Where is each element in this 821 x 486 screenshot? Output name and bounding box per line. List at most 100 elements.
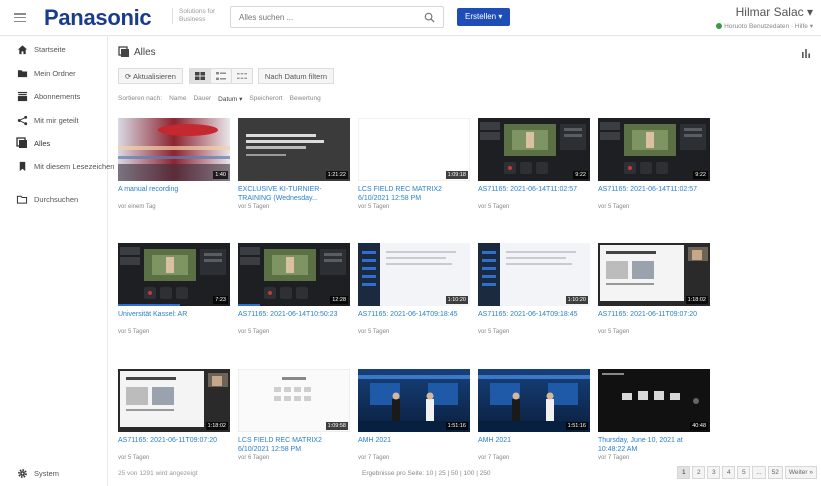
session-thumbnail[interactable]: 1:40 [118, 118, 230, 181]
sidebar: Startseite Mein Ordner Abonnements Mit m… [0, 36, 114, 486]
list-view-button[interactable] [209, 68, 232, 84]
session-title-link[interactable]: Universität Kassel: AR [118, 310, 230, 319]
sort-option-location[interactable]: Speicherort [249, 95, 282, 103]
brand-logo[interactable]: Panasonic [44, 5, 152, 31]
sidebar-item-my-folder[interactable]: Mein Ordner [16, 66, 76, 80]
session-thumbnail[interactable]: 12:28 [238, 243, 350, 306]
session-card[interactable]: 1:21:22 EXCLUSIVE KI-TURNIER-TRAINING (We… [238, 118, 350, 228]
grid-view-button[interactable] [188, 68, 211, 84]
duration-badge: 1:10:20 [565, 296, 588, 304]
user-sub-menu[interactable]: Horuoto Benutzedaten · Hilfe ▾ [716, 22, 813, 30]
session-thumbnail[interactable]: 1:18:02 [598, 243, 710, 306]
search-input[interactable] [239, 11, 409, 24]
next-page-button[interactable]: Weiter » [784, 466, 817, 479]
session-title-link[interactable]: EXCLUSIVE KI-TURNIER-TRAINING (Wednesday… [238, 185, 350, 203]
session-thumbnail[interactable]: 1:18:02 [118, 369, 230, 432]
session-title-link[interactable]: AMH 2021 [358, 436, 470, 445]
session-card[interactable]: 1:10:20 AS71165: 2021-06-14T09:18:45 vor 5… [358, 243, 470, 353]
user-menu[interactable]: Hilmar Salac ▾ [736, 5, 813, 19]
session-card[interactable]: 1:40 A manual recording vor einem Tag [118, 118, 230, 228]
session-thumbnail[interactable]: 1:10:20 [358, 243, 470, 306]
session-thumbnail[interactable]: 9:22 [598, 118, 710, 181]
page-button[interactable]: 4 [722, 466, 736, 479]
session-title-link[interactable]: AMH 2021 [478, 436, 590, 445]
refresh-button[interactable]: ⟳ Aktualisieren [118, 68, 183, 84]
session-card[interactable]: 9:22 AS71165: 2021-06-14T11:02:57 vor 5 Ta… [478, 118, 590, 228]
sidebar-item-system[interactable]: System [16, 466, 59, 480]
page-size-selector[interactable]: Ergebnisse pro Seite: 10 | 25 | 50 | 100… [362, 470, 491, 477]
stats-icon[interactable] [801, 48, 811, 58]
sidebar-item-shared[interactable]: Mit mir geteilt [16, 113, 79, 127]
duration-badge: 1:18:02 [205, 422, 228, 430]
pagination-ellipsis: ... [752, 466, 766, 479]
session-card[interactable]: 1:51:16 AMH 2021 vor 7 Tagen [478, 369, 590, 479]
page-button[interactable]: 3 [707, 466, 721, 479]
duration-badge: 40:48 [690, 422, 708, 430]
sidebar-item-all[interactable]: Alles [16, 136, 50, 150]
session-thumbnail[interactable]: 7:23 [118, 243, 230, 306]
session-title-link[interactable]: AS71165: 2021-06-14T11:02:57 [598, 185, 710, 194]
session-card[interactable]: 1:09:58 LCS FIELD REC MATRIX2 6/10/2021 1… [238, 369, 350, 479]
session-title-link[interactable]: LCS FIELD REC MATRIX2 6/10/2021 12:58 PM [238, 436, 350, 454]
session-title-link[interactable]: AS71165: 2021-06-14T10:50:23 [238, 310, 350, 319]
session-date: vor 5 Tagen [118, 329, 150, 335]
search-icon[interactable] [424, 12, 435, 23]
grid-view-icon [194, 72, 205, 80]
create-button[interactable]: Erstellen ▾ [457, 8, 511, 26]
session-card[interactable]: 1:09:18 LCS FIELD REC MATRIX2 6/10/2021 1… [358, 118, 470, 228]
sort-option-rating[interactable]: Bewertung [290, 95, 321, 103]
page-button[interactable]: 1 [677, 466, 691, 479]
session-card[interactable]: 12:28 AS71165: 2021-06-14T10:50:23 vor 5 T… [238, 243, 350, 353]
session-thumbnail[interactable]: 40:48 [598, 369, 710, 432]
session-date: vor einem Tag [118, 204, 156, 210]
session-title-link[interactable]: AS71165: 2021-06-11T09:07:20 [598, 310, 710, 319]
session-thumbnail[interactable]: 1:09:18 [358, 118, 470, 181]
menu-icon[interactable] [14, 13, 26, 22]
session-grid: 1:40 A manual recording vor einem Tag 1:21:… [118, 118, 718, 468]
session-card[interactable]: 1:18:02 AS71165: 2021-06-11T09:07:20 vor 5… [598, 243, 710, 353]
session-card[interactable]: 1:18:02 AS71165: 2021-06-11T09:07:20 vor 5… [118, 369, 230, 479]
session-title-link[interactable]: LCS FIELD REC MATRIX2 6/10/2021 12:58 PM [358, 185, 470, 203]
session-thumbnail[interactable]: 9:22 [478, 118, 590, 181]
session-title-link[interactable]: AS71165: 2021-06-14T09:18:45 [358, 310, 470, 319]
page-button[interactable]: 2 [692, 466, 706, 479]
sidebar-item-browse[interactable]: Durchsuchen [16, 192, 78, 206]
session-title-link[interactable]: AS71165: 2021-06-14T09:18:45 [478, 310, 590, 319]
session-thumbnail[interactable]: 1:09:58 [238, 369, 350, 432]
session-date: vor 5 Tagen [118, 455, 150, 461]
session-thumbnail[interactable]: 1:21:22 [238, 118, 350, 181]
sort-label: Sortieren nach: [118, 95, 163, 102]
session-thumbnail[interactable]: 1:10:20 [478, 243, 590, 306]
compact-view-icon [236, 73, 247, 79]
user-sub-label: Horuoto Benutzedaten · Hilfe ▾ [724, 23, 813, 30]
session-thumbnail[interactable]: 1:51:16 [358, 369, 470, 432]
session-title-link[interactable]: A manual recording [118, 185, 230, 194]
pagination: 1 2 3 4 5... 52 Weiter » [675, 466, 817, 479]
sidebar-item-subscriptions[interactable]: Abonnements [16, 89, 80, 103]
session-date: vor 6 Tagen [238, 455, 270, 461]
session-title-link[interactable]: AS71165: 2021-06-11T09:07:20 [118, 436, 230, 445]
session-thumbnail[interactable]: 1:51:16 [478, 369, 590, 432]
search-box [230, 6, 444, 28]
session-title-link[interactable]: AS71165: 2021-06-14T11:02:57 [478, 185, 590, 194]
sidebar-item-home[interactable]: Startseite [16, 42, 66, 56]
session-card[interactable]: 1:10:20 AS71165: 2021-06-14T09:18:45 vor 5… [478, 243, 590, 353]
sidebar-item-label: Mit diesem Lesezeichen [34, 161, 115, 171]
page-title-text: Alles [134, 46, 156, 58]
compact-view-button[interactable] [230, 68, 253, 84]
page-button[interactable]: 52 [767, 466, 783, 479]
session-title-link[interactable]: Thursday, June 10, 2021 at 10:48:22 AM [598, 436, 710, 454]
sort-option-date[interactable]: Datum ▾ [218, 95, 242, 103]
sort-option-duration[interactable]: Dauer [193, 95, 211, 103]
sort-option-name[interactable]: Name [169, 95, 186, 103]
duration-badge: 9:22 [573, 171, 588, 179]
filter-date-button[interactable]: Nach Datum filtern [257, 68, 335, 84]
session-card[interactable]: 7:23 Universität Kassel: AR vor 5 Tagen [118, 243, 230, 353]
sidebar-item-label: System [34, 468, 60, 478]
session-card[interactable]: 1:51:16 AMH 2021 vor 7 Tagen [358, 369, 470, 479]
session-card[interactable]: 40:48 Thursday, June 10, 2021 at 10:48:22… [598, 369, 710, 479]
page-button[interactable]: 5 [737, 466, 751, 479]
session-card[interactable]: 9:22 AS71165: 2021-06-14T11:02:57 vor 5 Ta… [598, 118, 710, 228]
duration-badge: 1:40 [213, 171, 228, 179]
sidebar-item-bookmarks[interactable]: Mit diesem Lesezeichen [16, 159, 114, 173]
